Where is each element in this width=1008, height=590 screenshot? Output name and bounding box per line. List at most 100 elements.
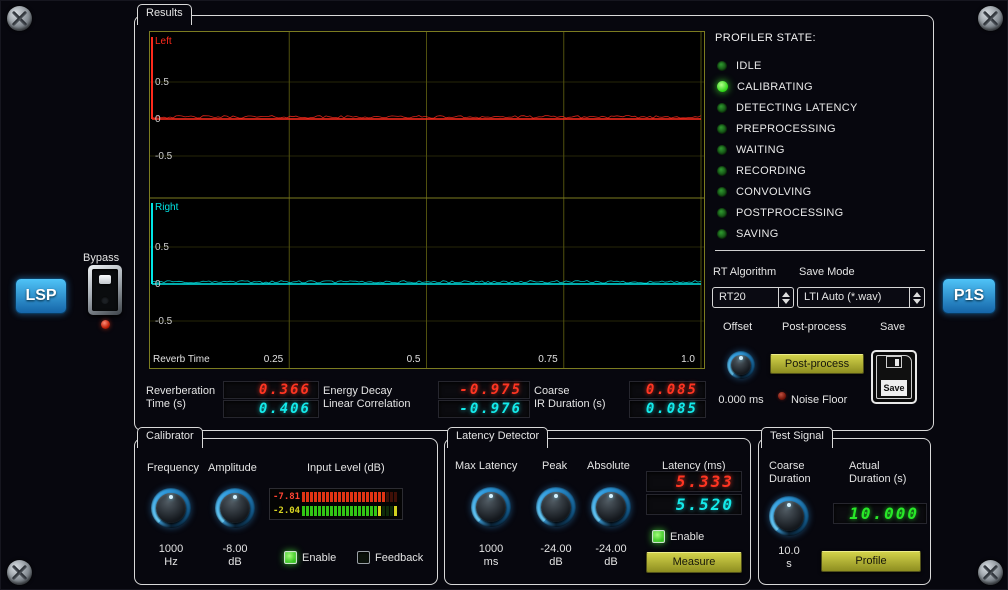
state-label: IDLE bbox=[736, 60, 762, 72]
svg-text:Left: Left bbox=[155, 36, 172, 47]
peak-value: -24.00 bbox=[532, 543, 580, 555]
latency-enable-label: Enable bbox=[670, 531, 704, 543]
meter-row-top: -7.81 bbox=[273, 491, 399, 503]
bypass-switch[interactable] bbox=[88, 265, 122, 315]
save-mode-select[interactable]: LTI Auto (*.wav) bbox=[797, 287, 925, 308]
profiler-state-item: POSTPROCESSING bbox=[717, 202, 858, 223]
feedback-label: Feedback bbox=[375, 552, 423, 564]
floppy-label: Save bbox=[881, 380, 907, 396]
separator-line bbox=[715, 250, 925, 251]
reverb-time-label-line2: Time (s) bbox=[146, 398, 186, 410]
latency-enable-checkbox[interactable] bbox=[652, 530, 665, 543]
switch-nub bbox=[99, 275, 111, 284]
coarse-duration-unit: s bbox=[769, 558, 809, 570]
state-label: POSTPROCESSING bbox=[736, 207, 844, 219]
meter-segment bbox=[314, 492, 317, 502]
floppy-disk-icon: Save bbox=[876, 355, 912, 399]
amplitude-value: -8.00 bbox=[213, 543, 257, 555]
meter-segment bbox=[338, 492, 341, 502]
svg-text:-0.5: -0.5 bbox=[155, 151, 173, 162]
meter-segment bbox=[330, 506, 333, 516]
meter-segment bbox=[370, 506, 373, 516]
rt-algorithm-select[interactable]: RT20 bbox=[712, 287, 794, 308]
save-button[interactable]: Save bbox=[871, 350, 917, 404]
profile-button[interactable]: Profile bbox=[821, 551, 921, 572]
svg-text:0: 0 bbox=[155, 114, 161, 125]
calibrator-enable-checkbox[interactable] bbox=[284, 551, 297, 564]
save-mode-value: LTI Auto (*.wav) bbox=[798, 288, 909, 307]
meter-segment bbox=[338, 506, 341, 516]
profiler-state-item: SAVING bbox=[717, 223, 858, 244]
meter-segment bbox=[322, 506, 325, 516]
ir-duration-label-line1: Coarse bbox=[534, 385, 569, 397]
arrow-up-icon[interactable] bbox=[913, 292, 921, 297]
spinner-arrows-icon[interactable] bbox=[778, 288, 793, 307]
spinner-arrows-icon[interactable] bbox=[909, 288, 924, 307]
state-label: DETECTING LATENCY bbox=[736, 102, 858, 114]
bypass-label: Bypass bbox=[83, 252, 119, 264]
corner-screw bbox=[7, 6, 32, 31]
max-latency-unit: ms bbox=[471, 556, 511, 568]
corner-screw bbox=[978, 560, 1003, 585]
peak-knob[interactable] bbox=[536, 487, 576, 527]
ir-graph: Left0.50-0.5Right0.50-0.5Reverb Time0.25… bbox=[149, 31, 705, 369]
meter-segment bbox=[370, 492, 373, 502]
max-latency-value: 1000 bbox=[471, 543, 511, 555]
amplitude-knob[interactable] bbox=[215, 488, 255, 528]
peak-label: Peak bbox=[542, 460, 567, 472]
meter-segment bbox=[354, 506, 357, 516]
absolute-value: -24.00 bbox=[587, 543, 635, 555]
state-led-active bbox=[717, 81, 728, 92]
measure-button[interactable]: Measure bbox=[646, 552, 742, 573]
ir-duration-right-display: 0.085 bbox=[629, 400, 706, 418]
meter-segment bbox=[342, 492, 345, 502]
state-led bbox=[717, 124, 727, 134]
profiler-state-item: PREPROCESSING bbox=[717, 118, 858, 139]
reverb-time-label-line1: Reverberation bbox=[146, 385, 215, 397]
results-tab[interactable]: Results bbox=[137, 4, 192, 25]
actual-duration-display: 10.000 bbox=[833, 503, 927, 524]
offset-knob[interactable] bbox=[727, 351, 755, 379]
meter-segment bbox=[366, 492, 369, 502]
profiler-state-item: CONVOLVING bbox=[717, 181, 858, 202]
coarse-duration-knob[interactable] bbox=[769, 496, 809, 536]
coarse-duration-label-line1: Coarse bbox=[769, 460, 804, 472]
meter-segment bbox=[366, 506, 369, 516]
arrow-up-icon[interactable] bbox=[782, 292, 790, 297]
absolute-knob[interactable] bbox=[591, 487, 631, 527]
state-led bbox=[717, 208, 727, 218]
meter-segment bbox=[350, 506, 353, 516]
reverb-time-right-display: 0.406 bbox=[223, 400, 319, 418]
amplitude-unit: dB bbox=[213, 556, 257, 568]
arrow-down-icon[interactable] bbox=[913, 299, 921, 304]
noise-floor-label: Noise Floor bbox=[791, 394, 847, 406]
corner-screw bbox=[7, 560, 32, 585]
test-signal-tab: Test Signal bbox=[761, 427, 833, 448]
profiler-state-title: PROFILER STATE: bbox=[715, 32, 816, 44]
state-label: PREPROCESSING bbox=[736, 123, 836, 135]
frequency-label: Frequency bbox=[147, 462, 199, 474]
meter-segment bbox=[374, 492, 377, 502]
meter-segment bbox=[310, 492, 313, 502]
frequency-knob[interactable] bbox=[151, 488, 191, 528]
max-latency-knob[interactable] bbox=[471, 487, 511, 527]
state-label: SAVING bbox=[736, 228, 779, 240]
energy-decay-left-display: -0.975 bbox=[438, 381, 530, 399]
svg-text:0.5: 0.5 bbox=[155, 242, 169, 253]
meter-row-bottom: -2.04 bbox=[273, 505, 399, 517]
svg-text:Right: Right bbox=[155, 202, 179, 213]
save-mode-label: Save Mode bbox=[799, 266, 855, 278]
p1s-logo-button[interactable]: P1S bbox=[942, 278, 996, 314]
svg-text:1.0: 1.0 bbox=[681, 354, 695, 365]
lsp-logo-button[interactable]: LSP bbox=[15, 278, 67, 314]
post-process-button[interactable]: Post-process bbox=[770, 354, 864, 374]
arrow-down-icon[interactable] bbox=[782, 299, 790, 304]
meter-segment bbox=[346, 506, 349, 516]
feedback-checkbox[interactable] bbox=[357, 551, 370, 564]
svg-text:0.5: 0.5 bbox=[155, 77, 169, 88]
state-led bbox=[717, 61, 727, 71]
meter-segment bbox=[306, 492, 309, 502]
meter-segment bbox=[378, 506, 381, 516]
actual-duration-label-line1: Actual bbox=[849, 460, 880, 472]
meter-segment bbox=[382, 506, 385, 516]
